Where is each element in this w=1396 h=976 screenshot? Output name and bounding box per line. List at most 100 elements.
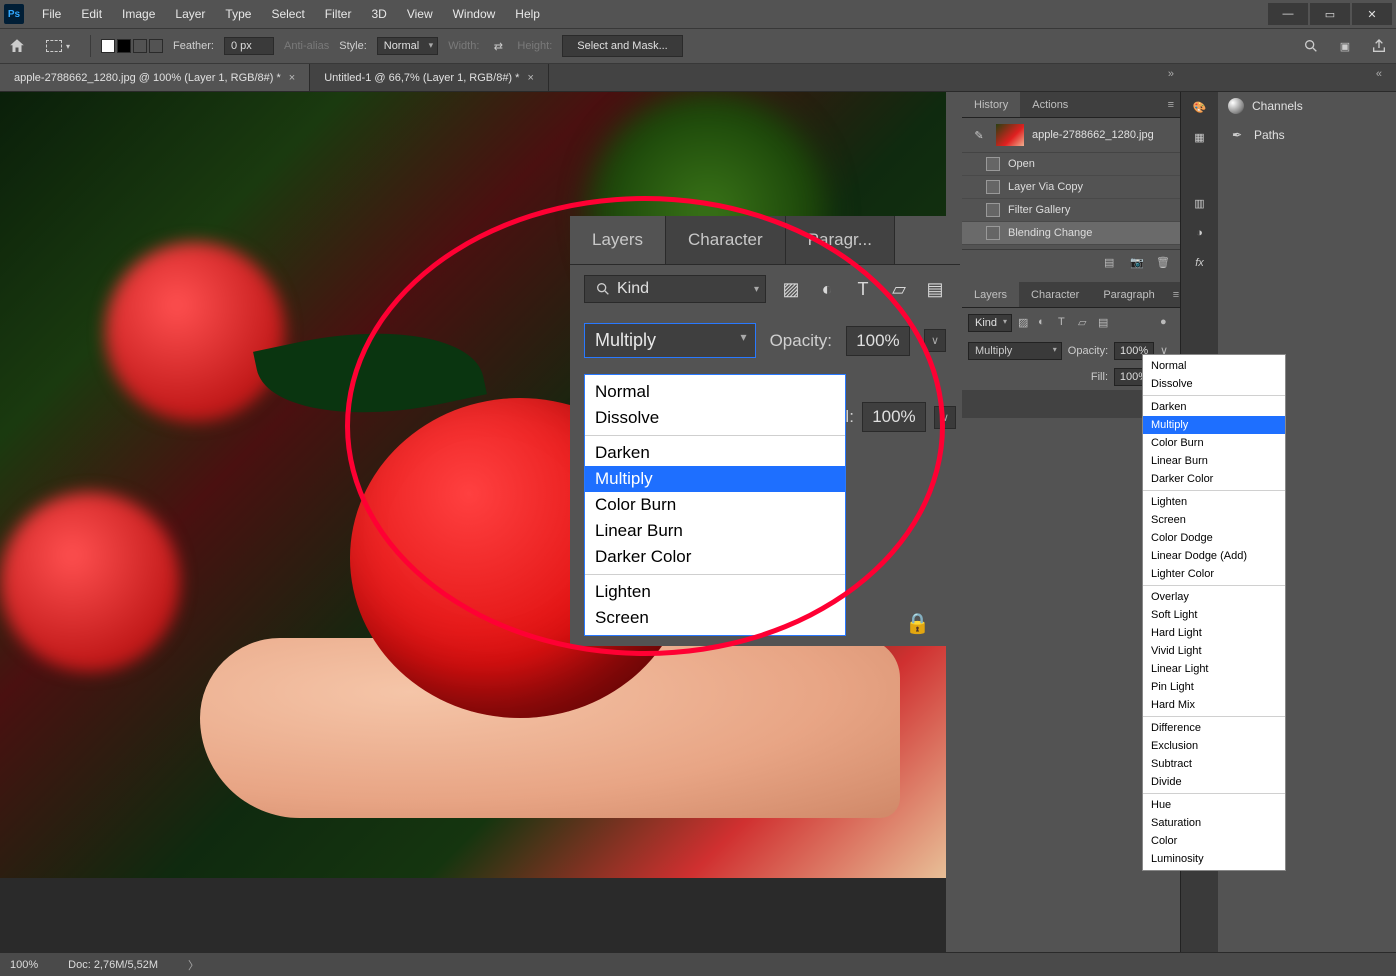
minimize-button[interactable]: — [1268, 3, 1308, 25]
lock-icon[interactable]: 🔒 [905, 611, 930, 636]
blend-option[interactable]: Color Dodge [1143, 529, 1285, 547]
menu-type[interactable]: Type [217, 3, 259, 25]
trash-icon[interactable]: 🗑 [1156, 256, 1170, 270]
menu-edit[interactable]: Edit [73, 3, 110, 25]
blend-option[interactable]: Hue [1143, 796, 1285, 814]
filter-type-icon[interactable]: T [852, 278, 874, 300]
select-and-mask-button[interactable]: Select and Mask... [562, 35, 683, 57]
blend-option[interactable]: Difference [1143, 719, 1285, 737]
filter-pixel-icon[interactable]: ▨ [1018, 316, 1032, 330]
collapse-panels-icon[interactable]: » [1168, 68, 1174, 80]
blend-option[interactable]: Normal [1143, 357, 1285, 375]
menu-help[interactable]: Help [507, 3, 548, 25]
paths-tab[interactable]: ✒ Paths [1218, 120, 1396, 150]
tab-actions[interactable]: Actions [1020, 92, 1080, 117]
color-icon[interactable]: 🎨 [1191, 98, 1209, 116]
swatches-icon[interactable]: ▦ [1191, 128, 1209, 146]
tab-character[interactable]: Character [666, 216, 786, 264]
search-icon[interactable] [1302, 37, 1320, 55]
blend-option[interactable]: Divide [1143, 773, 1285, 791]
doc-size[interactable]: Doc: 2,76M/5,52M [68, 959, 158, 971]
layer-filter-select[interactable]: Kind [968, 314, 1012, 332]
blend-option[interactable]: Lighten [1143, 493, 1285, 511]
blend-option[interactable]: Exclusion [1143, 737, 1285, 755]
zoom-level[interactable]: 100% [10, 959, 38, 971]
snapshot-icon[interactable]: 📷 [1130, 256, 1144, 270]
blend-option[interactable]: Hard Mix [1143, 696, 1285, 714]
blend-option[interactable]: Saturation [1143, 814, 1285, 832]
blend-option[interactable]: Linear Burn [1143, 452, 1285, 470]
blend-option[interactable]: Normal [585, 379, 845, 405]
menu-select[interactable]: Select [263, 3, 312, 25]
menu-file[interactable]: File [34, 3, 69, 25]
tab-close-icon[interactable]: × [527, 72, 533, 84]
filter-smart-icon[interactable]: ▤ [924, 278, 946, 300]
filter-type-icon[interactable]: T [1058, 316, 1072, 330]
menu-3d[interactable]: 3D [363, 3, 394, 25]
menu-layer[interactable]: Layer [167, 3, 213, 25]
tab-paragraph[interactable]: Paragr... [786, 216, 895, 264]
collapse-panels-icon[interactable]: « [1376, 68, 1382, 80]
filter-adjust-icon[interactable]: ◐ [816, 278, 838, 300]
filter-adjust-icon[interactable]: ◐ [1038, 316, 1052, 330]
blend-option-selected[interactable]: Multiply [585, 466, 845, 492]
selection-new-icon[interactable] [101, 39, 115, 53]
blend-option[interactable]: Color Burn [585, 492, 845, 518]
home-icon[interactable] [8, 37, 26, 55]
tab-paragraph[interactable]: Paragraph [1091, 282, 1166, 307]
history-item[interactable]: Layer Via Copy [962, 176, 1180, 199]
blend-option[interactable]: Color Burn [1143, 434, 1285, 452]
opacity-input[interactable]: 100% [846, 326, 910, 356]
blend-option[interactable]: Screen [585, 605, 845, 631]
blend-option[interactable]: Luminosity [1143, 850, 1285, 868]
blend-option[interactable]: Lighter Color [1143, 565, 1285, 583]
marquee-tool-icon[interactable]: ▾ [36, 38, 80, 54]
fill-input[interactable]: 100% [862, 402, 926, 432]
history-item[interactable]: Filter Gallery [962, 199, 1180, 222]
blend-option[interactable]: Dissolve [585, 405, 845, 431]
filter-pixel-icon[interactable]: ▨ [780, 278, 802, 300]
selection-intersect-icon[interactable] [149, 39, 163, 53]
blend-option[interactable]: Darken [585, 440, 845, 466]
feather-input[interactable]: 0 px [224, 37, 274, 55]
new-doc-from-state-icon[interactable]: ▤ [1104, 256, 1118, 270]
fill-chevron-icon[interactable]: ∨ [934, 406, 956, 429]
blend-option[interactable]: Color [1143, 832, 1285, 850]
tab-document-2[interactable]: Untitled-1 @ 66,7% (Layer 1, RGB/8#) * × [310, 64, 549, 91]
filter-shape-icon[interactable]: ▱ [888, 278, 910, 300]
channels-tab[interactable]: Channels [1218, 92, 1396, 120]
blend-option[interactable]: Pin Light [1143, 678, 1285, 696]
tab-document-1[interactable]: apple-2788662_1280.jpg @ 100% (Layer 1, … [0, 64, 310, 91]
tab-layers[interactable]: Layers [962, 282, 1019, 307]
blend-mode-select[interactable]: Multiply [584, 323, 756, 358]
workspace-icon[interactable]: ▣ [1336, 37, 1354, 55]
tab-layers[interactable]: Layers [570, 216, 666, 264]
fx-icon[interactable]: fx [1191, 254, 1209, 272]
maximize-button[interactable]: ▭ [1310, 3, 1350, 25]
filter-shape-icon[interactable]: ▱ [1078, 316, 1092, 330]
layer-filter-select[interactable]: Kind [584, 275, 766, 303]
tab-character[interactable]: Character [1019, 282, 1091, 307]
tab-close-icon[interactable]: × [289, 72, 295, 84]
status-flyout-icon[interactable]: 〉 [188, 957, 199, 973]
history-snapshot[interactable]: ✎ apple-2788662_1280.jpg [962, 118, 1180, 153]
canvas[interactable]: Layers Character Paragr... Kind ▨ ◐ T ▱ … [0, 92, 962, 952]
blend-option[interactable]: Soft Light [1143, 606, 1285, 624]
menu-window[interactable]: Window [445, 3, 504, 25]
blend-option[interactable]: Darker Color [1143, 470, 1285, 488]
panel-menu-icon[interactable]: ≡ [1162, 92, 1180, 117]
selection-subtract-icon[interactable] [133, 39, 147, 53]
blend-option[interactable]: Lighten [585, 579, 845, 605]
blend-option[interactable]: Subtract [1143, 755, 1285, 773]
blend-option[interactable]: Dissolve [1143, 375, 1285, 393]
menu-view[interactable]: View [399, 3, 441, 25]
menu-image[interactable]: Image [114, 3, 163, 25]
menu-filter[interactable]: Filter [317, 3, 360, 25]
adjustments-icon[interactable]: ▥ [1191, 194, 1209, 212]
blend-option[interactable]: Overlay [1143, 588, 1285, 606]
filter-smart-icon[interactable]: ▤ [1098, 316, 1112, 330]
close-button[interactable]: ✕ [1352, 3, 1392, 25]
selection-add-icon[interactable] [117, 39, 131, 53]
blend-option[interactable]: Darken [1143, 398, 1285, 416]
style-select[interactable]: Normal [377, 37, 438, 55]
